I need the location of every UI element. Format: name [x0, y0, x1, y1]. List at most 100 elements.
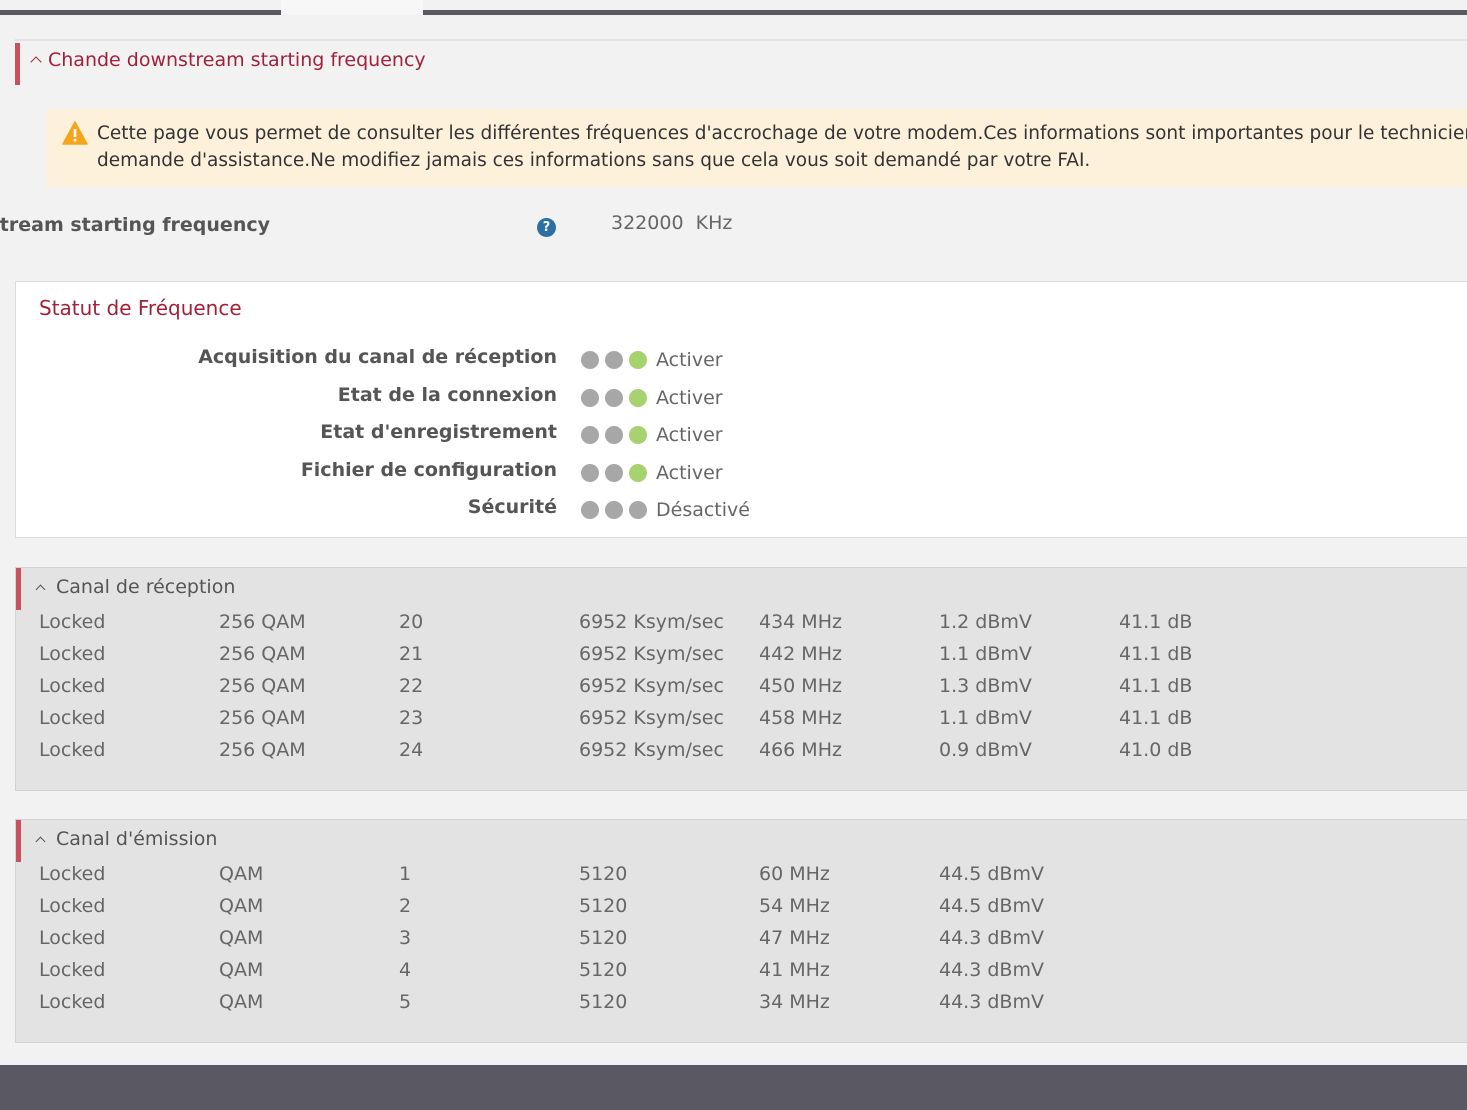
status-dot-active-icon: [629, 426, 647, 444]
status-value: Activer: [656, 387, 723, 409]
section-accent-bar: [15, 43, 20, 85]
chevron-up-icon: [30, 56, 42, 68]
table-row: Locked QAM 4 5120 41 MHz 44.3 dBmV: [16, 959, 1466, 991]
table-cell: 5120: [579, 895, 628, 917]
table-cell: 41.1 dB: [1119, 611, 1193, 633]
table-cell: 6952 Ksym/sec: [579, 707, 724, 729]
status-value: Activer: [656, 462, 723, 484]
table-cell: 256 QAM: [219, 643, 306, 665]
status-label: Etat d'enregistrement: [320, 421, 557, 443]
table-cell: 5120: [579, 991, 628, 1013]
status-dot-inactive-icon: [605, 501, 623, 519]
table-cell: 44.3 dBmV: [939, 959, 1044, 981]
status-row: Sécurité Désactivé: [16, 496, 916, 528]
status-dot-active-icon: [629, 351, 647, 369]
table-cell: 1.3 dBmV: [939, 675, 1032, 697]
table-cell: 44.3 dBmV: [939, 927, 1044, 949]
upstream-section-toggle[interactable]: Canal d'émission: [34, 828, 217, 850]
table-cell: 47 MHz: [759, 927, 830, 949]
table-cell: 458 MHz: [759, 707, 842, 729]
downstream-frequency-row: Downstream starting frequency ? 322000 K…: [0, 209, 1015, 249]
frequency-section: Chande downstream starting frequency Cet…: [0, 39, 1467, 266]
table-cell: Locked: [39, 739, 106, 761]
tab-inactive-right[interactable]: [423, 10, 1467, 15]
table-cell: 41 MHz: [759, 959, 830, 981]
downstream-frequency-label: Downstream starting frequency: [0, 214, 270, 236]
status-dot-inactive-icon: [581, 501, 599, 519]
downstream-channel-section: Canal de réception Locked 256 QAM 20 6952 K…: [15, 567, 1467, 791]
table-row: Locked 256 QAM 22 6952 Ksym/sec 450 MHz 1.3 d…: [16, 675, 1466, 707]
status-label: Acquisition du canal de réception: [198, 346, 557, 368]
downstream-section-title: Canal de réception: [56, 576, 236, 598]
tab-active[interactable]: [281, 0, 423, 15]
status-indicator: [581, 501, 647, 519]
status-dot-active-icon: [629, 464, 647, 482]
table-cell: 256 QAM: [219, 611, 306, 633]
tab-inactive-left[interactable]: [0, 10, 281, 15]
status-dot-active-icon: [629, 389, 647, 407]
table-cell: 4: [399, 959, 412, 981]
status-label: Sécurité: [467, 496, 557, 518]
table-cell: 466 MHz: [759, 739, 842, 761]
table-row: Locked 256 QAM 23 6952 Ksym/sec 458 MHz 1.1 d…: [16, 707, 1466, 739]
table-row: Locked QAM 3 5120 47 MHz 44.3 dBmV: [16, 927, 1466, 959]
footer: [0, 1065, 1467, 1110]
table-cell: Locked: [39, 895, 106, 917]
table-cell: 2: [399, 895, 412, 917]
table-cell: 450 MHz: [759, 675, 842, 697]
status-label: Etat de la connexion: [337, 384, 557, 406]
table-cell: 256 QAM: [219, 739, 306, 761]
table-cell: 6952 Ksym/sec: [579, 643, 724, 665]
table-cell: 442 MHz: [759, 643, 842, 665]
table-cell: 1.1 dBmV: [939, 643, 1032, 665]
status-row: Acquisition du canal de réception Activer: [16, 346, 916, 378]
status-dot-inactive-icon: [605, 426, 623, 444]
status-row: Etat d'enregistrement Activer: [16, 421, 916, 453]
downstream-section-toggle[interactable]: Canal de réception: [34, 576, 235, 598]
status-indicator: [581, 464, 647, 482]
page: Chande downstream starting frequency Cet…: [0, 0, 1467, 1110]
status-value: Désactivé: [656, 499, 750, 521]
section-accent-bar: [16, 568, 21, 610]
status-dot-inactive-icon: [605, 389, 623, 407]
table-cell: 21: [399, 643, 424, 665]
status-dot-inactive-icon: [581, 426, 599, 444]
table-cell: Locked: [39, 863, 106, 885]
section-accent-bar: [16, 820, 21, 862]
table-cell: 41.1 dB: [1119, 643, 1193, 665]
status-dot-inactive-icon: [581, 389, 599, 407]
table-cell: 434 MHz: [759, 611, 842, 633]
upstream-channel-section: Canal d'émission Locked QAM 1 5120 60 MHz 44.…: [15, 819, 1467, 1043]
table-cell: Locked: [39, 643, 106, 665]
frequency-section-toggle[interactable]: Chande downstream starting frequency: [30, 49, 426, 71]
help-icon[interactable]: ?: [537, 218, 556, 237]
table-row: Locked QAM 5 5120 34 MHz 44.3 dBmV: [16, 991, 1466, 1023]
status-row: Etat de la connexion Activer: [16, 384, 916, 416]
table-cell: 60 MHz: [759, 863, 830, 885]
table-cell: 44.3 dBmV: [939, 991, 1044, 1013]
warning-line-1: Cette page vous permet de consulter les …: [97, 123, 1467, 144]
status-dot-inactive-icon: [581, 464, 599, 482]
warning-icon: [62, 121, 88, 145]
table-cell: QAM: [219, 927, 264, 949]
table-row: Locked QAM 2 5120 54 MHz 44.5 dBmV: [16, 895, 1466, 927]
table-cell: 41.1 dB: [1119, 675, 1193, 697]
table-cell: Locked: [39, 991, 106, 1013]
downstream-frequency-value: 322000 KHz: [611, 212, 733, 234]
table-cell: 1.2 dBmV: [939, 611, 1032, 633]
table-cell: 23: [399, 707, 424, 729]
table-cell: 41.1 dB: [1119, 707, 1193, 729]
table-cell: Locked: [39, 959, 106, 981]
status-title: Statut de Fréquence: [39, 296, 242, 320]
status-indicator: [581, 389, 647, 407]
table-cell: 3: [399, 927, 412, 949]
table-cell: Locked: [39, 611, 106, 633]
table-cell: 22: [399, 675, 424, 697]
status-dot-inactive-icon: [581, 351, 599, 369]
table-cell: 5120: [579, 959, 628, 981]
status-row: Fichier de configuration Activer: [16, 459, 916, 491]
table-cell: 1.1 dBmV: [939, 707, 1032, 729]
status-dot-inactive-icon: [629, 501, 647, 519]
warning-notice: Cette page vous permet de consulter les …: [47, 109, 1467, 187]
table-cell: QAM: [219, 863, 264, 885]
